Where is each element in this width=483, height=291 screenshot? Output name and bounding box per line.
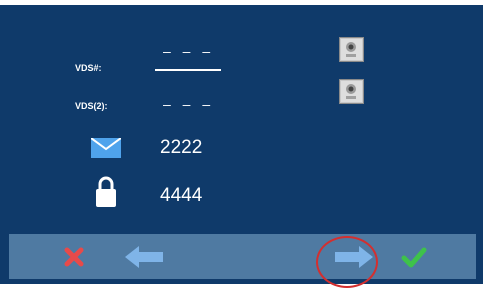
screen: VDS#: – – – VDS(2): – – – 2222 4444 (0, 0, 483, 291)
lock-code-value[interactable]: 4444 (160, 185, 202, 207)
vds-label: VDS#: (75, 63, 102, 73)
door-station-icon[interactable] (339, 79, 364, 109)
vds-underline (155, 69, 221, 71)
checkmark-icon (401, 247, 427, 267)
cancel-button[interactable] (54, 234, 94, 279)
bottom-toolbar (9, 234, 476, 279)
close-icon (64, 247, 84, 266)
arrow-left-icon (125, 245, 163, 268)
vds2-value[interactable]: – – – (163, 96, 214, 112)
back-button[interactable] (114, 234, 174, 279)
mail-code-value[interactable]: 2222 (160, 137, 202, 159)
highlight-ring (316, 236, 378, 288)
door-station-icon[interactable] (339, 37, 364, 67)
padlock-icon (95, 175, 117, 213)
confirm-button[interactable] (394, 234, 434, 279)
vds-value[interactable]: – – – (163, 43, 214, 59)
envelope-icon (90, 137, 122, 163)
vds2-label: VDS(2): (75, 101, 108, 111)
